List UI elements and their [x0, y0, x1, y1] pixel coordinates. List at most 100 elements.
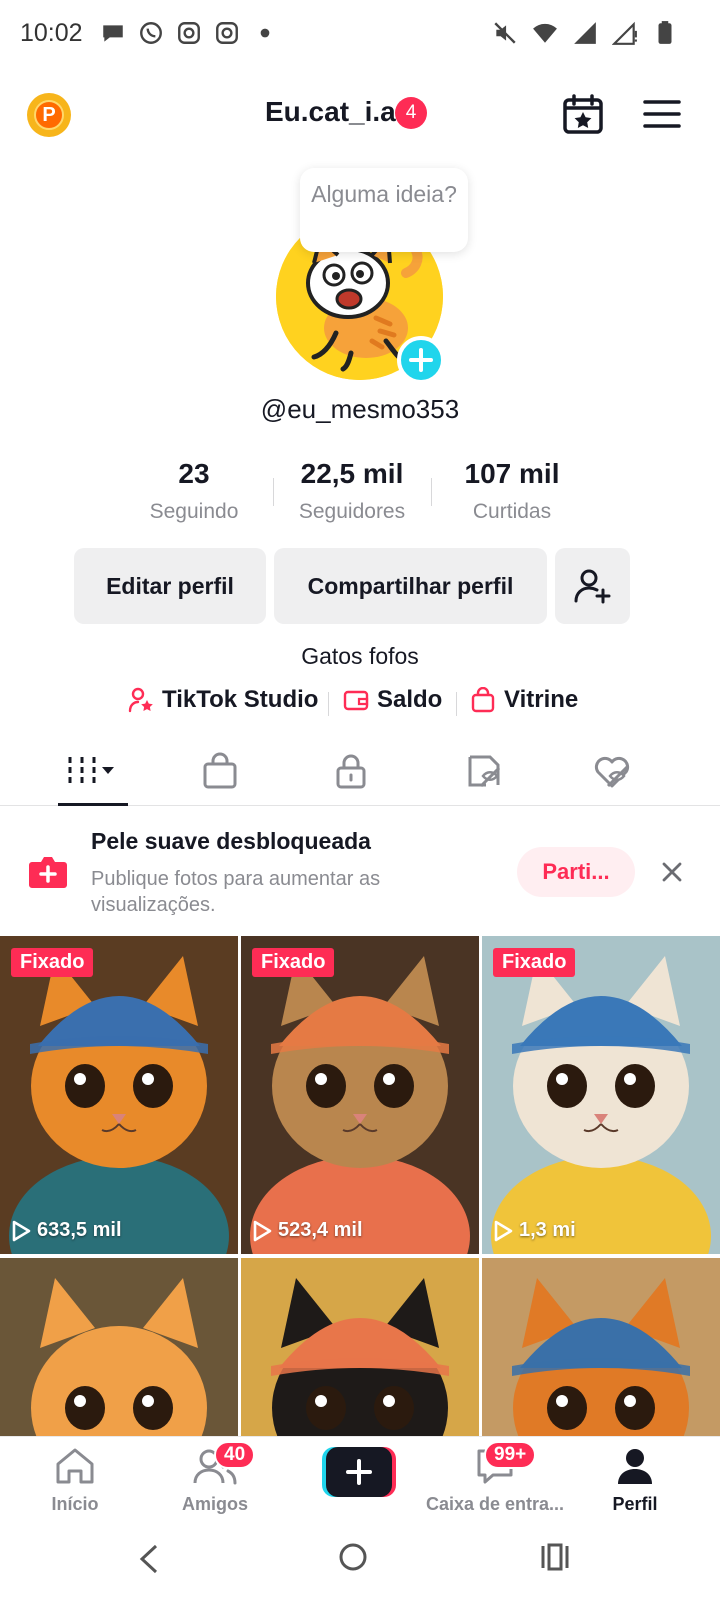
video-thumbnail[interactable] [241, 1258, 479, 1436]
balance-label: Saldo [377, 686, 443, 713]
add-friends-button[interactable] [555, 548, 630, 624]
video-thumbnail[interactable] [0, 1258, 238, 1436]
profile-actions: Editar perfil Compartilhar perfil [0, 548, 720, 626]
add-person-icon [574, 569, 610, 604]
nav-home-label: Início [51, 1494, 99, 1514]
nav-friends-label: Amigos [181, 1494, 248, 1514]
create-post-button[interactable] [322, 1447, 396, 1497]
play-icon [253, 1220, 272, 1241]
shopping-bag-icon [471, 687, 495, 713]
kitten-thumbnail-image [482, 936, 720, 1254]
tab-videos[interactable] [42, 736, 142, 806]
following-count: 23 [178, 458, 210, 489]
shop-bag-icon [203, 752, 237, 789]
likes-label: Curtidas [472, 500, 552, 523]
coins-button[interactable]: P [27, 93, 71, 137]
profile-handle: @eu_mesmo353 [260, 394, 460, 424]
kitten-thumbnail-image [0, 1258, 238, 1436]
nav-home[interactable]: Início [0, 1447, 150, 1515]
liked-heart-hidden-icon [594, 756, 630, 788]
smooth-skin-banner: Pele suave desbloqueada Publique fotos p… [0, 808, 720, 936]
profile-bio: Gatos fofos [301, 643, 419, 669]
video-thumbnail[interactable]: Fixado 633,5 mil [0, 936, 238, 1254]
play-icon [494, 1220, 513, 1241]
instagram-icon [178, 22, 200, 44]
banner-title: Pele suave desbloqueada [91, 828, 371, 854]
avatar-idea-tooltip[interactable]: Alguma ideia? [300, 168, 468, 252]
nav-friends[interactable]: Amigos 40 [140, 1441, 290, 1515]
following-label: Seguindo [149, 500, 239, 523]
back-icon[interactable] [136, 1542, 162, 1576]
plus-icon [409, 348, 433, 372]
system-icons [492, 20, 678, 46]
home-icon [56, 1448, 94, 1484]
tab-reposts[interactable] [434, 736, 534, 806]
kitten-thumbnail-image [0, 936, 238, 1254]
bottom-navigation: Início Amigos 40 Caixa de entra... 99+ P… [0, 1436, 720, 1522]
friends-badge: 40 [214, 1441, 256, 1469]
video-grid: Fixado 633,5 mil Fixado 523,4 mil Fixado… [0, 936, 720, 1436]
nav-profile-label: Perfil [612, 1494, 658, 1514]
battery-icon [658, 21, 672, 44]
view-count: 1,3 mi [493, 1219, 576, 1242]
recents-icon[interactable] [539, 1542, 571, 1572]
followers-stat[interactable]: 22,5 mil Seguidores [272, 458, 432, 524]
video-thumbnail[interactable]: Fixado 1,3 mi [482, 936, 720, 1254]
link-divider [328, 692, 329, 716]
more-dot-icon [260, 28, 270, 38]
add-story-button[interactable] [397, 336, 445, 384]
status-bar: 10:02 [0, 0, 720, 70]
camera-plus-icon [29, 857, 67, 888]
content-tabs [0, 736, 720, 806]
repost-hidden-icon [468, 755, 501, 788]
active-tab-indicator [58, 803, 128, 806]
pinned-badge: Fixado [252, 948, 335, 977]
menu-icon[interactable] [642, 96, 682, 132]
edit-profile-button[interactable]: Editar perfil [74, 548, 266, 624]
wifi-icon [533, 23, 557, 43]
profile-icon [618, 1449, 652, 1484]
inbox-badge: 99+ [484, 1441, 537, 1469]
nav-profile[interactable]: Perfil [560, 1447, 710, 1515]
banner-cta-button[interactable]: Parti... [517, 847, 635, 897]
balance-link[interactable]: Saldo [343, 686, 442, 714]
share-profile-button[interactable]: Compartilhar perfil [274, 548, 547, 624]
account-switcher-title[interactable]: Eu.cat_i.a [265, 96, 396, 128]
whatsapp-icon [140, 22, 162, 44]
nav-inbox[interactable]: Caixa de entra... 99+ [420, 1441, 570, 1515]
followers-label: Seguidores [298, 500, 406, 523]
home-circle-icon[interactable] [337, 1541, 369, 1573]
person-star-icon [128, 687, 153, 713]
video-thumbnail[interactable] [482, 1258, 720, 1436]
wallet-icon [343, 690, 369, 711]
calendar-star-icon[interactable] [562, 93, 604, 135]
status-time: 10:02 [20, 19, 83, 47]
tiktok-studio-label: TikTok Studio [162, 686, 319, 713]
profile-links: TikTok Studio Saldo Vitrine [0, 686, 720, 720]
link-divider [456, 692, 457, 716]
profile-header: P Eu.cat_i.a 4 [0, 80, 720, 150]
nav-inbox-label: Caixa de entra... [425, 1494, 565, 1514]
tab-private[interactable] [301, 736, 401, 806]
tab-shop[interactable] [170, 736, 270, 806]
mute-icon [494, 22, 516, 44]
showcase-label: Vitrine [504, 686, 579, 713]
kitten-thumbnail-image [241, 1258, 479, 1436]
following-stat[interactable]: 23 Seguindo [114, 458, 274, 524]
kitten-thumbnail-image [241, 936, 479, 1254]
close-icon[interactable] [656, 856, 688, 888]
banner-description: Publique fotos para aumentar as visualiz… [91, 868, 381, 916]
profile-stats: 23 Seguindo 22,5 mil Seguidores 107 mil … [0, 458, 720, 528]
tiktok-studio-link[interactable]: TikTok Studio [128, 686, 318, 714]
view-count-label: 633,5 mil [37, 1219, 122, 1241]
instagram-icon [216, 22, 238, 44]
view-count-label: 1,3 mi [519, 1219, 576, 1241]
likes-stat[interactable]: 107 mil Curtidas [432, 458, 592, 524]
video-thumbnail[interactable]: Fixado 523,4 mil [241, 936, 479, 1254]
showcase-link[interactable]: Vitrine [470, 686, 578, 714]
pinned-badge: Fixado [11, 948, 94, 977]
tab-liked[interactable] [562, 736, 662, 806]
kitten-thumbnail-image [482, 1258, 720, 1436]
coin-icon: P [34, 100, 64, 130]
view-count: 523,4 mil [252, 1219, 363, 1242]
